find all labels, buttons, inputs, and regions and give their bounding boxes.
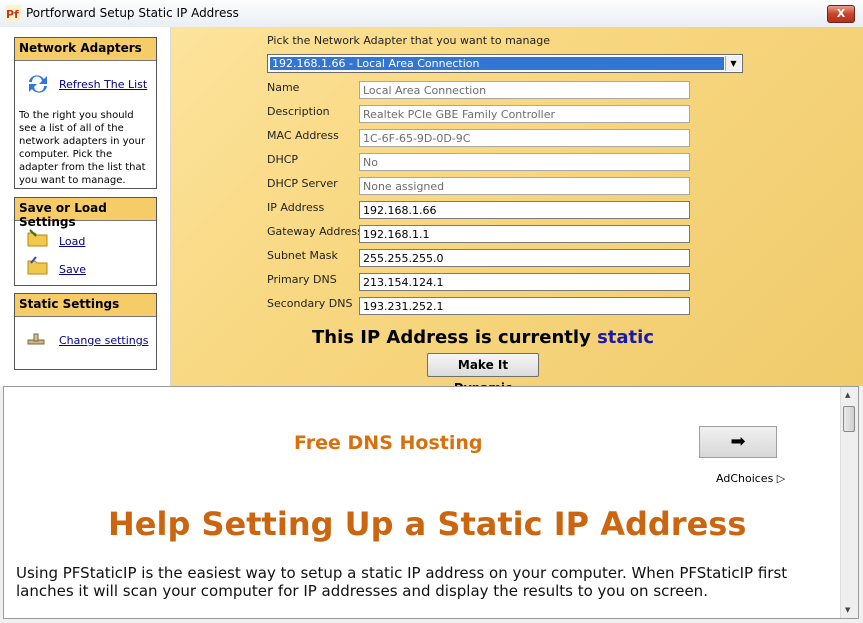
name-label: Name [267, 81, 300, 94]
network-adapters-header: Network Adapters [15, 38, 156, 61]
ad-title[interactable]: Free DNS Hosting [294, 432, 482, 454]
chevron-down-icon[interactable]: ▼ [725, 56, 741, 71]
dhcp-label: DHCP [267, 153, 299, 166]
load-folder-icon[interactable] [27, 228, 49, 248]
window-title: Portforward Setup Static IP Address [26, 6, 239, 20]
adapters-description: To the right you should see a list of al… [19, 110, 146, 186]
adapter-select[interactable]: 192.168.1.66 - Local Area Connection ▼ [267, 54, 743, 73]
ad-arrow-button[interactable]: ➡ [699, 426, 777, 458]
save-load-box: Save or Load Settings Load Save [14, 197, 157, 286]
ip-address-input[interactable]: 192.168.1.66 [359, 201, 690, 219]
make-dynamic-button[interactable]: Make It Dynamic [427, 353, 539, 395]
sidebar: Network Adapters Refresh The List To the… [0, 27, 171, 386]
mac-address-label: MAC Address [267, 129, 339, 142]
save-load-header: Save or Load Settings [15, 198, 156, 229]
ip-status-text: This IP Address is currently static [312, 327, 654, 348]
adapter-picker-label: Pick the Network Adapter that you want t… [267, 34, 550, 47]
primary-dns-input[interactable]: 213.154.124.1 [359, 273, 690, 291]
description-field: Realtek PCIe GBE Family Controller [359, 105, 690, 123]
adapter-select-value: 192.168.1.66 - Local Area Connection [270, 57, 724, 70]
static-settings-box: Static Settings Change settings [14, 293, 157, 370]
dhcp-server-field: None assigned [359, 177, 690, 195]
save-folder-icon[interactable] [27, 256, 49, 276]
secondary-dns-input[interactable]: 193.231.252.1 [359, 297, 690, 315]
primary-dns-label: Primary DNS [267, 273, 337, 286]
close-button[interactable]: X [827, 5, 855, 23]
network-icon[interactable] [27, 332, 45, 346]
dhcp-server-label: DHCP Server [267, 177, 338, 190]
change-settings-link[interactable]: Change settings [59, 334, 148, 347]
adchoices-link[interactable]: AdChoices ▷ [716, 472, 785, 485]
dhcp-field: No [359, 153, 690, 171]
scroll-up-icon[interactable]: ▲ [845, 391, 850, 399]
help-paragraph: Using PFStaticIP is the easiest way to s… [16, 564, 788, 600]
scrollbar-thumb[interactable] [843, 406, 855, 432]
subnet-mask-input[interactable]: 255.255.255.0 [359, 249, 690, 267]
title-bar: Pf Portforward Setup Static IP Address X [0, 0, 863, 28]
refresh-icon[interactable] [25, 72, 51, 96]
help-web-view[interactable]: Free DNS Hosting ➡ AdChoices ▷ Help Sett… [3, 386, 859, 619]
static-settings-header: Static Settings [15, 294, 156, 317]
svg-text:Pf: Pf [6, 8, 19, 21]
ip-address-label: IP Address [267, 201, 325, 214]
description-label: Description [267, 105, 330, 118]
secondary-dns-label: Secondary DNS [267, 297, 353, 310]
scroll-down-icon[interactable]: ▼ [845, 606, 850, 614]
mac-address-field: 1C-6F-65-9D-0D-9C [359, 129, 690, 147]
help-heading: Help Setting Up a Static IP Address [108, 505, 747, 543]
vertical-scrollbar[interactable]: ▲ ▼ [840, 387, 858, 618]
name-field: Local Area Connection [359, 81, 690, 99]
refresh-list-link[interactable]: Refresh The List [59, 78, 147, 91]
network-adapters-box: Network Adapters Refresh The List To the… [14, 37, 157, 189]
ip-status-value: static [597, 327, 655, 348]
gateway-address-label: Gateway Address [267, 225, 363, 238]
ip-status-prefix: This IP Address is currently [312, 327, 591, 348]
portforward-logo-icon: Pf [5, 5, 22, 22]
save-link[interactable]: Save [59, 263, 86, 276]
subnet-mask-label: Subnet Mask [267, 249, 338, 262]
load-link[interactable]: Load [59, 235, 85, 248]
gateway-address-input[interactable]: 192.168.1.1 [359, 225, 690, 243]
